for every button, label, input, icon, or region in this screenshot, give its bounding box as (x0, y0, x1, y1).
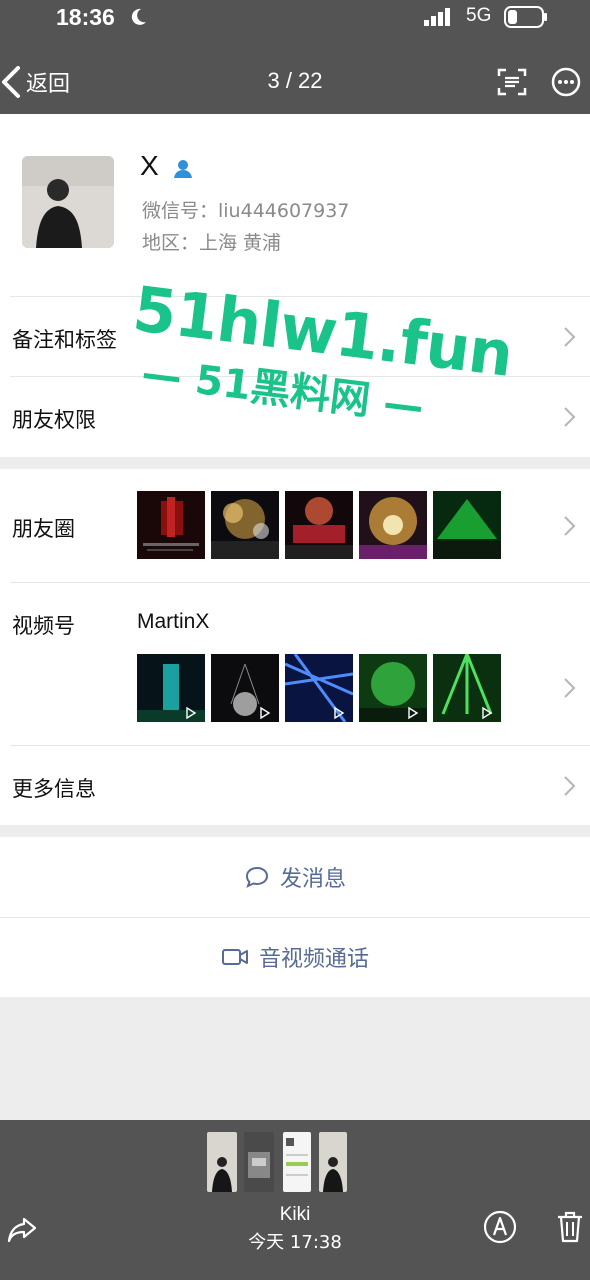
profile-name: X (140, 150, 159, 181)
top-bar: 18:36 5G 返回 3 / 22 (0, 0, 590, 114)
scan-icon[interactable] (496, 66, 528, 98)
remark-tags-row[interactable]: 备注和标签 (0, 297, 590, 377)
channel-video (359, 654, 427, 722)
video-call-label: 音视频通话 (258, 947, 369, 972)
chevron-right-icon (564, 407, 576, 427)
thumbnail-strip-item[interactable] (244, 1132, 274, 1192)
send-message-label: 发消息 (279, 867, 346, 892)
thumbnail-strip-item[interactable] (207, 1132, 237, 1192)
avatar[interactable] (22, 156, 114, 248)
signal-icon (424, 8, 450, 26)
moments-photo (137, 491, 205, 559)
chevron-right-icon (564, 327, 576, 347)
more-icon[interactable] (550, 66, 582, 98)
bottom-bar: Kiki 今天 17:38 (0, 1120, 590, 1280)
share-icon[interactable] (6, 1213, 38, 1245)
verified-icon (174, 160, 192, 178)
edit-icon[interactable] (483, 1210, 517, 1244)
wechat-id: 微信号：liu444607937 (142, 200, 350, 222)
moments-photo (433, 491, 501, 559)
actions-panel: 发消息 音视频通话 (0, 837, 590, 997)
moments-photo (285, 491, 353, 559)
trash-icon[interactable] (556, 1210, 584, 1244)
moments-photo (211, 491, 279, 559)
moments-row[interactable]: 朋友圈 (0, 469, 590, 581)
friend-permissions-row[interactable]: 朋友权限 (0, 377, 590, 457)
channel-video (285, 654, 353, 722)
channel-video (433, 654, 501, 722)
avatar-image (22, 156, 114, 248)
thumbnail-strip-item[interactable] (319, 1132, 347, 1192)
moments-panel: 朋友圈 视频号 MartinX 更多信息 (0, 469, 590, 825)
status-time: 18:36 (56, 4, 115, 30)
friend-permissions-label: 朋友权限 (12, 408, 96, 432)
moon-icon (131, 8, 146, 25)
video-call-button[interactable]: 音视频通话 (0, 917, 590, 997)
network-type: 5G (466, 5, 492, 26)
moments-photo (359, 491, 427, 559)
channels-label: 视频号 (12, 614, 75, 638)
remark-tags-label: 备注和标签 (12, 328, 117, 352)
more-info-row[interactable]: 更多信息 (0, 746, 590, 825)
video-camera-icon (221, 949, 248, 965)
moments-label: 朋友圈 (12, 517, 75, 541)
channel-video (211, 654, 279, 722)
channel-video (137, 654, 205, 722)
channel-name: MartinX (137, 610, 210, 633)
battery-icon (504, 6, 547, 28)
thumbnail-strip-item[interactable] (283, 1132, 311, 1192)
region: 地区：上海 黄浦 (142, 232, 282, 254)
chevron-right-icon (564, 516, 576, 536)
chevron-right-icon (564, 776, 576, 796)
chevron-right-icon (564, 678, 576, 698)
channels-row[interactable]: 视频号 MartinX (0, 583, 590, 745)
chat-bubble-icon (245, 866, 268, 888)
send-message-button[interactable]: 发消息 (0, 837, 590, 917)
more-info-label: 更多信息 (12, 777, 96, 801)
profile-panel: X 微信号：liu444607937 地区：上海 黄浦 备注和标签 朋友权限 (0, 114, 590, 457)
